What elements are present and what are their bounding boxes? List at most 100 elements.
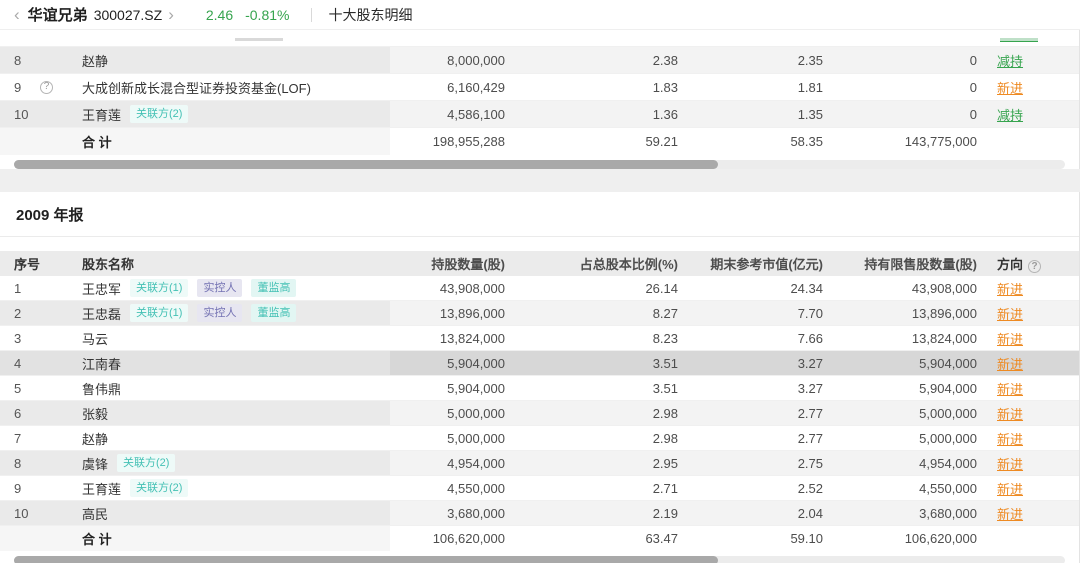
table-row: 10高民3,680,0002.192.043,680,000新进 xyxy=(0,501,1079,526)
direction-link[interactable]: 新进 xyxy=(997,432,1023,447)
ratio-cell: 1.83 xyxy=(505,80,678,95)
row-serial: 9 xyxy=(14,80,40,95)
restricted-shares-cell: 5,904,000 xyxy=(823,356,977,371)
ratio-cell: 1.36 xyxy=(505,107,678,122)
scrollbar-thumb[interactable] xyxy=(14,556,718,563)
col-header-ratio: 占总股本比例(%) xyxy=(505,254,678,273)
restricted-shares-cell: 0 xyxy=(823,107,977,122)
horizontal-scrollbar[interactable] xyxy=(14,160,1065,169)
market-value-cell: 3.27 xyxy=(678,356,823,371)
related-tag[interactable]: 关联方(1) xyxy=(130,304,188,322)
table-row: 1王忠军关联方(1)实控人董监高43,908,00026.1424.3443,9… xyxy=(0,276,1079,301)
shareholder-name: 马云 xyxy=(68,329,108,348)
shareholder-name: 王忠磊关联方(1)实控人董监高 xyxy=(68,304,296,323)
direction-link[interactable]: 新进 xyxy=(997,332,1023,347)
total-ratio: 63.47 xyxy=(505,531,678,546)
direction-link[interactable]: 减持 xyxy=(997,108,1023,123)
related-tag[interactable]: 关联方(2) xyxy=(117,454,175,472)
related-tag[interactable]: 关联方(2) xyxy=(130,479,188,497)
shares-cell: 43,908,000 xyxy=(390,281,505,296)
direction-link[interactable]: 新进 xyxy=(997,282,1023,297)
market-value-cell: 1.35 xyxy=(678,107,823,122)
shareholder-name: 虞锋关联方(2) xyxy=(68,454,175,473)
direction-help-icon[interactable] xyxy=(1028,260,1041,273)
shares-cell: 13,824,000 xyxy=(390,331,505,346)
market-value-cell: 1.81 xyxy=(678,80,823,95)
restricted-shares-cell: 4,550,000 xyxy=(823,481,977,496)
shares-cell: 5,000,000 xyxy=(390,406,505,421)
restricted-shares-cell: 4,954,000 xyxy=(823,456,977,471)
market-value-cell: 7.70 xyxy=(678,306,823,321)
scrollbar-thumb[interactable] xyxy=(14,160,718,169)
ratio-cell: 2.98 xyxy=(505,406,678,421)
table-row: 8赵静8,000,0002.382.350减持 xyxy=(0,47,1079,74)
info-icon[interactable] xyxy=(40,81,53,94)
annual-report-table: 2009 年报 序号 股东名称 持股数量(股) 占总股本比例(%) 期末参考市值… xyxy=(0,192,1080,563)
shareholder-name: 江南春 xyxy=(68,354,121,373)
related-tag[interactable]: 关联方(2) xyxy=(130,105,188,123)
executive-tag[interactable]: 董监高 xyxy=(251,304,296,322)
total-value: 58.35 xyxy=(678,134,823,149)
direction-link[interactable]: 新进 xyxy=(997,507,1023,522)
total-row: 合 计 198,955,288 59.21 58.35 143,775,000 xyxy=(0,128,1079,155)
table-row: 5鲁伟鼎5,904,0003.513.275,904,000新进 xyxy=(0,376,1079,401)
total-shares: 106,620,000 xyxy=(390,531,505,546)
row-serial: 9 xyxy=(14,481,40,496)
clipped-text xyxy=(235,38,283,41)
total-label: 合 计 xyxy=(68,529,112,548)
page-title: 十大股东明细 xyxy=(328,5,412,25)
market-value-cell: 2.77 xyxy=(678,406,823,421)
direction-link[interactable]: 新进 xyxy=(997,482,1023,497)
market-value-cell: 2.75 xyxy=(678,456,823,471)
row-serial: 7 xyxy=(14,431,40,446)
direction-link[interactable]: 减持 xyxy=(997,54,1023,69)
table-row: 2王忠磊关联方(1)实控人董监高13,896,0008.277.7013,896… xyxy=(0,301,1079,326)
annual-rows: 1王忠军关联方(1)实控人董监高43,908,00026.1424.3443,9… xyxy=(0,276,1079,526)
top-bar: 华谊兄弟 300027.SZ 2.46 -0.81% 十大股东明细 xyxy=(0,0,1080,29)
shareholder-name: 赵静 xyxy=(68,51,108,70)
market-value-cell: 7.66 xyxy=(678,331,823,346)
col-header-no: 序号 xyxy=(14,254,40,273)
restricted-shares-cell: 43,908,000 xyxy=(823,281,977,296)
ratio-cell: 2.98 xyxy=(505,431,678,446)
shares-cell: 5,904,000 xyxy=(390,381,505,396)
ratio-cell: 2.95 xyxy=(505,456,678,471)
table-row: 3马云13,824,0008.237.6613,824,000新进 xyxy=(0,326,1079,351)
total-ratio: 59.21 xyxy=(505,134,678,149)
direction-link[interactable]: 新进 xyxy=(997,407,1023,422)
related-tag[interactable]: 关联方(1) xyxy=(130,279,188,297)
shares-cell: 4,954,000 xyxy=(390,456,505,471)
forward-icon[interactable] xyxy=(162,6,180,23)
restricted-shares-cell: 5,000,000 xyxy=(823,431,977,446)
market-value-cell: 2.77 xyxy=(678,431,823,446)
ratio-cell: 26.14 xyxy=(505,281,678,296)
shareholder-name: 高民 xyxy=(68,504,108,523)
executive-tag[interactable]: 董监高 xyxy=(251,279,296,297)
direction-link[interactable]: 新进 xyxy=(997,81,1023,96)
shareholder-name: 鲁伟鼎 xyxy=(68,379,121,398)
col-header-shares: 持股数量(股) xyxy=(390,254,505,273)
direction-link[interactable]: 新进 xyxy=(997,307,1023,322)
shares-cell: 13,896,000 xyxy=(390,306,505,321)
horizontal-scrollbar[interactable] xyxy=(14,556,1065,563)
shareholder-name: 赵静 xyxy=(68,429,108,448)
total-row: 合 计 106,620,000 63.47 59.10 106,620,000 xyxy=(0,526,1079,551)
controller-tag[interactable]: 实控人 xyxy=(197,279,242,297)
table-row: 10王育莲关联方(2)4,586,1001.361.350减持 xyxy=(0,101,1079,128)
shareholder-name: 张毅 xyxy=(68,404,108,423)
row-serial: 10 xyxy=(14,107,40,122)
restricted-shares-cell: 13,824,000 xyxy=(823,331,977,346)
direction-link[interactable]: 新进 xyxy=(997,457,1023,472)
back-icon[interactable] xyxy=(8,6,26,23)
table-header-row: 序号 股东名称 持股数量(股) 占总股本比例(%) 期末参考市值(亿元) 持有限… xyxy=(0,251,1079,276)
row-serial: 2 xyxy=(14,306,40,321)
divider xyxy=(311,8,312,22)
shares-cell: 3,680,000 xyxy=(390,506,505,521)
shares-cell: 5,904,000 xyxy=(390,356,505,371)
total-restricted: 106,620,000 xyxy=(823,531,977,546)
restricted-shares-cell: 0 xyxy=(823,80,977,95)
direction-link[interactable]: 新进 xyxy=(997,382,1023,397)
controller-tag[interactable]: 实控人 xyxy=(197,304,242,322)
row-serial: 10 xyxy=(14,506,40,521)
direction-link[interactable]: 新进 xyxy=(997,357,1023,372)
